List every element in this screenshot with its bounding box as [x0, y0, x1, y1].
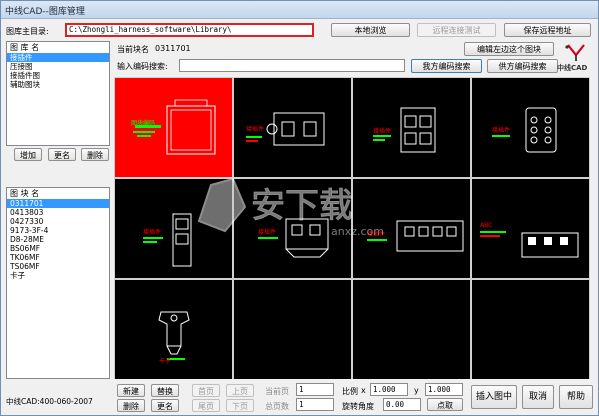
library-item[interactable]: 接插件图	[7, 71, 109, 80]
cell-caption: ABC	[480, 222, 493, 229]
block-preview-grid: 图块编码 接插件 接插件 接插件 接插件 接插件 接插件 ABC 卡子	[114, 77, 590, 379]
footer-phone: 中线CAD:400-060-2007	[6, 397, 93, 406]
title-bar: 中线CAD--图库管理	[1, 1, 598, 19]
rotation-label: 旋转角度	[342, 402, 374, 411]
cell-caption: 图块编码	[131, 120, 156, 127]
block-item[interactable]: D8-28ME	[7, 235, 109, 244]
block-item[interactable]: 0413803	[7, 208, 109, 217]
rename-block-button[interactable]: 更名	[151, 399, 179, 412]
clip-drawing	[158, 311, 190, 360]
cell-caption: 接插件	[492, 127, 511, 134]
logo-text: 中线CAD	[557, 64, 588, 72]
library-list[interactable]: 图 库 名 接插件 压接图 接插件图 辅助图块	[6, 41, 110, 146]
edit-block-button[interactable]: 编辑左边这个图块	[464, 42, 554, 56]
library-dir-field[interactable]: C:\Zhongli_harness_software\Library\	[65, 23, 314, 37]
library-manager-window: 中线CAD--图库管理 图库主目录: C:\Zhongli_harness_so…	[0, 0, 599, 416]
preview-cell[interactable]: 卡子	[115, 280, 232, 379]
replace-block-button[interactable]: 替换	[151, 384, 179, 397]
cell-caption: 接插件	[246, 126, 265, 133]
preview-cell[interactable]: 接插件	[115, 179, 232, 278]
current-page-label: 当前页	[265, 387, 289, 396]
delete-block-button[interactable]: 删除	[117, 399, 145, 412]
preview-cell[interactable]: 接插件	[353, 78, 470, 177]
new-block-button[interactable]: 新建	[117, 384, 145, 397]
last-page-button: 尾页	[192, 399, 220, 412]
search-supplier-button[interactable]: 供方编码搜索	[487, 59, 558, 73]
search-label: 输入编码搜索:	[117, 62, 168, 71]
cancel-button[interactable]: 取消	[522, 385, 554, 409]
connector-drawing	[373, 107, 436, 153]
connector-drawing	[492, 107, 557, 153]
pick-button[interactable]: 点取	[427, 398, 463, 411]
scale-y-field[interactable]: 1.000	[425, 383, 463, 396]
connector-drawing	[258, 218, 329, 258]
scale-x-field[interactable]: 1.000	[370, 383, 408, 396]
preview-cell[interactable]: 接插件	[472, 78, 589, 177]
block-item[interactable]: TS06MF	[7, 262, 109, 271]
next-page-button: 下页	[226, 399, 254, 412]
block-item[interactable]: TK06MF	[7, 253, 109, 262]
block-list-header: 图 块 名	[10, 189, 40, 198]
library-item[interactable]: 辅助图块	[7, 80, 109, 89]
preview-cell[interactable]	[234, 280, 351, 379]
cell-caption: 接插件	[373, 128, 392, 135]
rotation-field[interactable]: 0.00	[383, 398, 421, 411]
prev-page-button: 上页	[226, 384, 254, 397]
cell-caption: 卡子	[159, 358, 172, 365]
first-page-button: 首页	[192, 384, 220, 397]
current-block-label: 当前块名	[117, 45, 149, 54]
block-item[interactable]: 卡子	[7, 271, 109, 280]
search-mine-button[interactable]: 我方编码搜索	[411, 59, 482, 73]
preview-cell[interactable]	[472, 280, 589, 379]
scale-x-label: x	[361, 386, 366, 395]
insert-into-drawing-button[interactable]: 插入图中	[471, 385, 517, 409]
cell-caption: 接插件	[143, 229, 162, 236]
browse-local-button[interactable]: 本地浏览	[331, 23, 410, 37]
cell-caption: 接插件	[367, 231, 386, 238]
library-add-button[interactable]: 增加	[14, 148, 42, 161]
total-pages-field: 1	[296, 398, 334, 411]
block-item[interactable]: 0427330	[7, 217, 109, 226]
scale-label: 比例	[342, 387, 358, 396]
block-item[interactable]: 9173-3F-4	[7, 226, 109, 235]
block-list[interactable]: 图 块 名 0311701 0413803 0427330 9173-3F-4 …	[6, 187, 110, 379]
block-item[interactable]: 0311701	[7, 199, 109, 208]
library-dir-label: 图库主目录:	[6, 27, 49, 36]
preview-cell[interactable]	[353, 280, 470, 379]
current-block-value: 0311701	[155, 44, 191, 53]
help-button[interactable]: 帮助	[559, 385, 593, 409]
save-remote-button[interactable]: 保存远程地址	[504, 23, 591, 37]
preview-cell[interactable]: ABC	[472, 179, 589, 278]
library-list-header: 图 库 名	[10, 43, 40, 52]
preview-cell[interactable]: 接插件	[353, 179, 470, 278]
total-pages-label: 总页数	[265, 402, 289, 411]
library-delete-button[interactable]: 删除	[81, 148, 109, 161]
library-item[interactable]: 接插件	[7, 53, 109, 62]
remote-test-button: 远程连接测试	[417, 23, 496, 37]
library-rename-button[interactable]: 更名	[48, 148, 76, 161]
scale-y-label: y	[414, 386, 419, 395]
current-page-field[interactable]: 1	[296, 383, 334, 396]
search-input[interactable]	[179, 59, 405, 72]
connector-drawing	[133, 99, 216, 155]
window-title: 中线CAD--图库管理	[5, 7, 85, 17]
library-item[interactable]: 压接图	[7, 62, 109, 71]
preview-cell[interactable]: 图块编码	[115, 78, 232, 177]
connector-drawing	[143, 213, 192, 267]
preview-cell[interactable]: 接插件	[234, 78, 351, 177]
cell-caption: 接插件	[258, 229, 277, 236]
block-item[interactable]: BS06MF	[7, 244, 109, 253]
preview-cell[interactable]: 接插件	[234, 179, 351, 278]
